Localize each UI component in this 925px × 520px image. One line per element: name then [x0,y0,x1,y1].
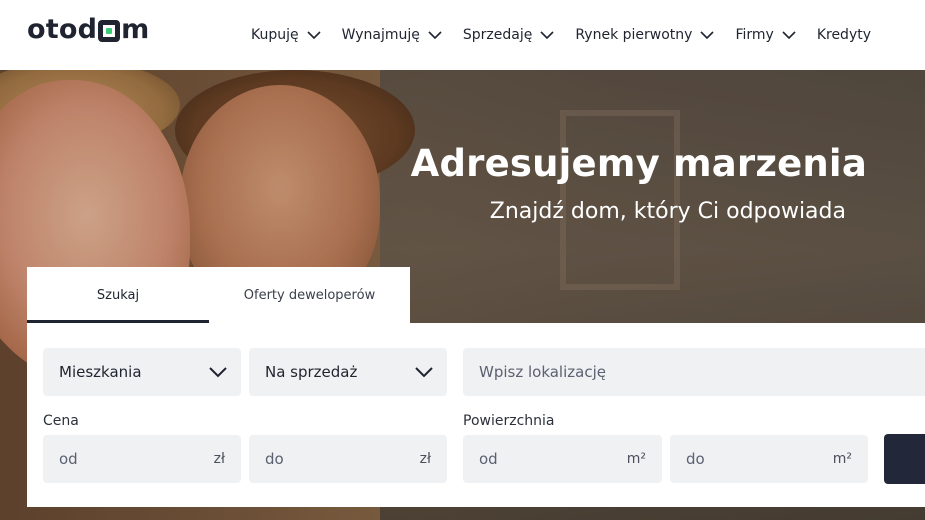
price-label: Cena [43,413,79,429]
chevron-down-icon [415,367,433,378]
price-from-placeholder: od [59,450,78,468]
area-to-input[interactable]: do m² [670,435,868,483]
nav-item-sprzedaje[interactable]: Sprzedaję [463,27,555,43]
search-button[interactable] [884,434,925,484]
location-placeholder: Wpisz lokalizację [479,363,606,381]
transaction-type-select[interactable]: Na sprzedaż [249,348,447,396]
property-type-select[interactable]: Mieszkania [43,348,241,396]
hero-title: Adresujemy marzenia [410,142,867,185]
price-unit: zł [213,451,225,467]
nav-item-label: Kupuję [251,27,299,43]
nav-item-label: Rynek pierwotny [575,27,693,43]
main-nav: Kupuję Wynajmuję Sprzedaję Rynek pierwot… [251,0,871,70]
transaction-type-value: Na sprzedaż [265,363,358,381]
chevron-down-icon [700,31,715,40]
otodom-logo[interactable]: otod m [27,14,149,45]
area-unit: m² [832,451,852,467]
logo-mark-icon [98,19,121,42]
top-navigation-bar: otod m Kupuję Wynajmuję Sprzedaję Rynek p… [0,0,925,70]
chevron-down-icon [782,31,796,40]
nav-item-wynajmuje[interactable]: Wynajmuję [342,27,443,43]
location-input[interactable]: Wpisz lokalizację [463,348,925,396]
logo-text-start: otod [27,14,98,45]
nav-item-kredyty[interactable]: Kredyty [817,27,871,43]
price-unit: zł [419,451,431,467]
price-from-input[interactable]: od zł [43,435,241,483]
chevron-down-icon [209,367,227,378]
tab-oferty-deweloperow[interactable]: Oferty deweloperów [209,267,410,323]
logo-text-end: m [121,14,150,45]
nav-item-rynek-pierwotny[interactable]: Rynek pierwotny [575,27,715,43]
area-from-input[interactable]: od m² [463,435,662,483]
chevron-down-icon [540,31,554,40]
tab-szukaj[interactable]: Szukaj [27,267,209,323]
price-to-placeholder: do [265,450,284,468]
area-from-placeholder: od [479,450,498,468]
chevron-down-icon [428,31,442,40]
area-unit: m² [626,451,646,467]
nav-item-kupuje[interactable]: Kupuję [251,27,322,43]
nav-item-label: Firmy [735,27,774,43]
price-to-input[interactable]: do zł [249,435,447,483]
nav-item-label: Kredyty [816,27,872,43]
nav-item-firmy[interactable]: Firmy [735,27,796,43]
nav-item-label: Sprzedaję [462,27,533,43]
property-type-value: Mieszkania [59,363,142,381]
hero-subtitle: Znajdź dom, który Ci odpowiada [489,199,846,224]
chevron-down-icon [307,31,321,40]
nav-item-label: Wynajmuję [341,27,420,43]
area-to-placeholder: do [686,450,705,468]
search-tabs: Szukaj Oferty deweloperów [27,267,410,323]
area-label: Powierzchnia [463,413,555,429]
